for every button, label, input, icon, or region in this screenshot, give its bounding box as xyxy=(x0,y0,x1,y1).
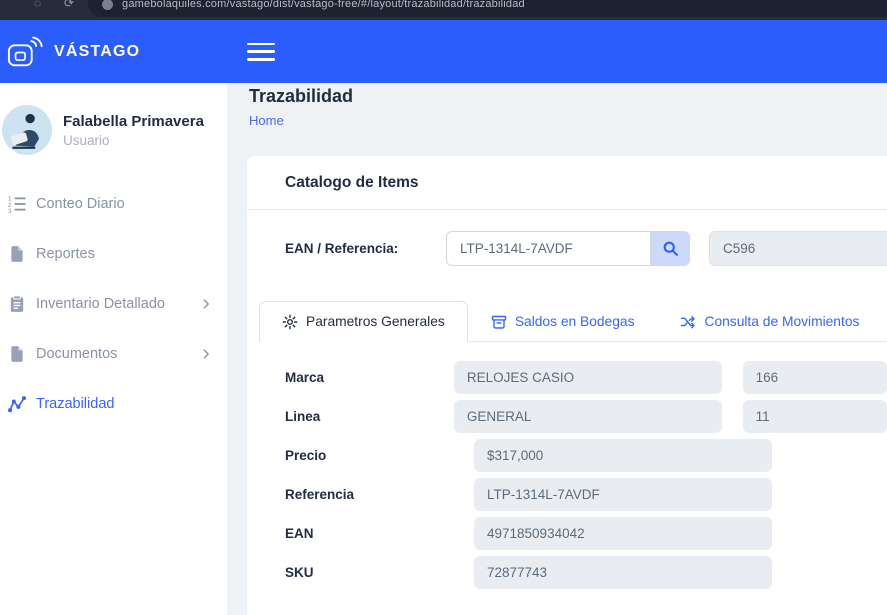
app-header: VÁSTAGO xyxy=(0,20,887,83)
card-title: Catalogo de Items xyxy=(285,174,419,191)
tab-saldos-en-bodegas[interactable]: Saldos en Bodegas xyxy=(468,301,658,342)
field-label: EAN xyxy=(285,526,474,541)
svg-text:3: 3 xyxy=(8,208,12,213)
sidebar-item-reportes[interactable]: Reportes xyxy=(0,229,227,279)
browser-chrome: ◌ ⟳ gamebolaquiles.com/vastago/dist/vast… xyxy=(0,0,887,20)
search-icon xyxy=(662,240,679,257)
file-icon xyxy=(8,245,26,263)
sidebar: Falabella Primavera Usuario 123 Conteo Di… xyxy=(0,83,227,615)
file-icon xyxy=(8,345,26,363)
field-label: Marca xyxy=(285,370,454,385)
user-role: Usuario xyxy=(63,133,204,148)
clipboard-icon xyxy=(8,295,26,313)
item-code-field: C596 xyxy=(709,231,887,266)
archive-icon xyxy=(491,314,507,330)
user-profile[interactable]: Falabella Primavera Usuario xyxy=(0,83,227,179)
url-text: gamebolaquiles.com/vastago/dist/vastago-… xyxy=(122,0,525,10)
url-bar[interactable]: gamebolaquiles.com/vastago/dist/vastago-… xyxy=(88,0,887,17)
sidebar-item-label: Inventario Detallado xyxy=(36,296,165,312)
field-value: $317,000 xyxy=(474,439,772,472)
sidebar-item-trazabilidad[interactable]: Trazabilidad xyxy=(0,379,227,429)
brand-zone[interactable]: VÁSTAGO xyxy=(0,36,227,68)
ordered-list-icon: 123 xyxy=(8,195,26,213)
shuffle-icon xyxy=(680,314,696,330)
gear-icon xyxy=(282,314,298,330)
sidebar-item-label: Conteo Diario xyxy=(36,196,125,212)
brand-name: VÁSTAGO xyxy=(54,43,140,61)
tab-label: Parametros Generales xyxy=(306,314,445,329)
tab-parametros-generales[interactable]: Parametros Generales xyxy=(259,301,468,342)
avatar xyxy=(2,105,52,155)
sidebar-item-label: Trazabilidad xyxy=(36,396,114,412)
catalog-card: Catalogo de Items EAN / Referencia: C596… xyxy=(247,156,887,615)
sidebar-item-inventario-detallado[interactable]: Inventario Detallado xyxy=(0,279,227,329)
sidebar-menu: 123 Conteo Diario Reportes Inventario Detal… xyxy=(0,179,227,429)
network-icon xyxy=(8,395,26,413)
ean-referencia-input[interactable] xyxy=(446,231,651,266)
extension-icon[interactable]: ◌ xyxy=(34,0,41,10)
field-extra-value: 166 xyxy=(743,361,887,394)
field-value: LTP-1314L-7AVDF xyxy=(474,478,772,511)
page-title: Trazabilidad xyxy=(249,86,887,107)
form-row-precio: Precio$317,000 xyxy=(285,439,887,472)
site-info-icon[interactable] xyxy=(102,0,113,10)
chevron-right-icon xyxy=(199,347,213,361)
sidebar-item-documentos[interactable]: Documentos xyxy=(0,329,227,379)
search-button[interactable] xyxy=(651,231,690,266)
reload-icon[interactable]: ⟳ xyxy=(64,0,74,10)
field-value: GENERAL xyxy=(454,400,722,433)
field-value: 72877743 xyxy=(474,556,772,589)
item-detail-form: MarcaRELOJES CASIO 166 LineaGENERAL 11 Preci… xyxy=(285,361,887,589)
field-label: Linea xyxy=(285,409,454,424)
form-row-ean: EAN4971850934042 xyxy=(285,517,887,550)
tab-bar: Parametros Generales Saldos en Bodegas Con… xyxy=(259,301,887,342)
form-row-linea: LineaGENERAL 11 xyxy=(285,400,887,433)
form-row-marca: MarcaRELOJES CASIO 166 xyxy=(285,361,887,394)
tab-label: Saldos en Bodegas xyxy=(515,314,635,329)
field-label: SKU xyxy=(285,565,474,580)
form-row-referencia: ReferenciaLTP-1314L-7AVDF xyxy=(285,478,887,511)
chevron-right-icon xyxy=(199,297,213,311)
ean-referencia-label: EAN / Referencia: xyxy=(285,241,446,256)
form-row-sku: SKU72877743 xyxy=(285,556,887,589)
sidebar-item-label: Reportes xyxy=(36,246,95,262)
field-value: RELOJES CASIO xyxy=(454,361,722,394)
tab-consulta-de-movimientos[interactable]: Consulta de Movimientos xyxy=(657,301,882,342)
field-label: Precio xyxy=(285,448,474,463)
rfid-tag-logo-icon xyxy=(7,36,45,68)
hamburger-menu-icon[interactable] xyxy=(247,43,275,61)
sidebar-item-label: Documentos xyxy=(36,346,117,362)
tab-label: Consulta de Movimientos xyxy=(704,314,859,329)
user-name: Falabella Primavera xyxy=(63,113,204,130)
main-content: Trazabilidad Home Catalogo de Items EAN … xyxy=(227,83,887,615)
field-label: Referencia xyxy=(285,487,474,502)
breadcrumb-home-link[interactable]: Home xyxy=(249,113,284,128)
field-extra-value: 11 xyxy=(743,400,887,433)
field-value: 4971850934042 xyxy=(474,517,772,550)
sidebar-item-conteo-diario[interactable]: 123 Conteo Diario xyxy=(0,179,227,229)
